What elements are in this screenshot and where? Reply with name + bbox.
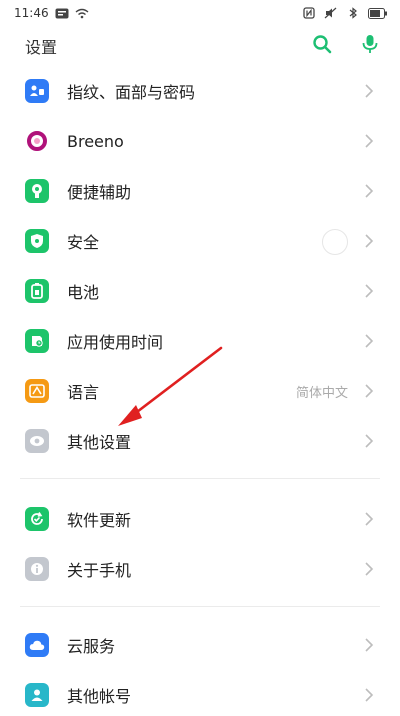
section-divider [20,478,380,479]
settings-item-software-update[interactable]: 软件更新 [0,494,400,544]
chevron-right-icon [365,562,374,576]
page-title: 设置 [25,38,58,57]
microphone-icon [362,35,378,53]
settings-item-security[interactable]: 安全 [0,216,400,266]
settings-item-label: 其他帐号 [67,687,132,706]
settings-item-label: 云服务 [67,637,116,656]
wifi-icon [75,7,89,19]
settings-item-label: 关于手机 [67,561,132,580]
about-phone-icon [25,557,49,581]
settings-item-assist[interactable]: 便捷辅助 [0,166,400,216]
settings-item-label: 应用使用时间 [67,333,164,352]
settings-item-language[interactable]: 语言 简体中文 [0,366,400,416]
search-icon [313,35,332,54]
message-icon [55,7,69,19]
settings-item-label: 安全 [67,233,100,252]
settings-item-battery[interactable]: 电池 [0,266,400,316]
other-settings-icon [25,429,49,453]
section-divider [20,606,380,607]
chevron-right-icon [365,234,374,248]
cloud-icon [25,633,49,657]
bluetooth-icon [346,7,360,19]
settings-item-label: 语言 [67,383,100,402]
floating-ball-overlay[interactable] [322,229,348,255]
chevron-right-icon [365,638,374,652]
settings-item-label: 软件更新 [67,511,132,530]
assist-icon [25,179,49,203]
settings-item-label: 指纹、面部与密码 [67,83,196,102]
settings-item-other-accounts[interactable]: 其他帐号 [0,670,400,716]
chevron-right-icon [365,384,374,398]
chevron-right-icon [365,84,374,98]
language-icon [25,379,49,403]
header: 设置 [0,26,400,66]
settings-item-cloud-service[interactable]: 云服务 [0,620,400,670]
fingerprint-icon [25,79,49,103]
app-time-icon [25,329,49,353]
language-value: 简体中文 [295,385,348,401]
chevron-right-icon [365,334,374,348]
status-bar: 11:46 [0,0,400,26]
battery-icon [25,279,49,303]
status-time: 11:46 [14,6,49,20]
chevron-right-icon [365,134,374,148]
chevron-right-icon [365,184,374,198]
settings-item-breeno[interactable]: Breeno [0,116,400,166]
mute-icon [324,7,338,19]
settings-item-label: 便捷辅助 [67,183,132,202]
settings-item-about-phone[interactable]: 关于手机 [0,544,400,594]
settings-item-other-settings[interactable]: 其他设置 [0,416,400,466]
settings-item-label: 电池 [67,283,100,302]
settings-item-fingerprint[interactable]: 指纹、面部与密码 [0,66,400,116]
settings-item-label: Breeno [67,131,124,151]
chevron-right-icon [365,688,374,702]
nfc-icon [302,7,316,19]
search-button[interactable] [312,34,332,58]
settings-item-app-usage-time[interactable]: 应用使用时间 [0,316,400,366]
software-update-icon [25,507,49,531]
chevron-right-icon [365,512,374,526]
chevron-right-icon [365,284,374,298]
breeno-icon [25,129,49,153]
voice-button[interactable] [362,34,378,58]
chevron-right-icon [365,434,374,448]
account-icon [25,683,49,707]
shield-icon [25,229,49,253]
settings-item-label: 其他设置 [67,433,132,452]
battery-status-icon [368,7,388,19]
